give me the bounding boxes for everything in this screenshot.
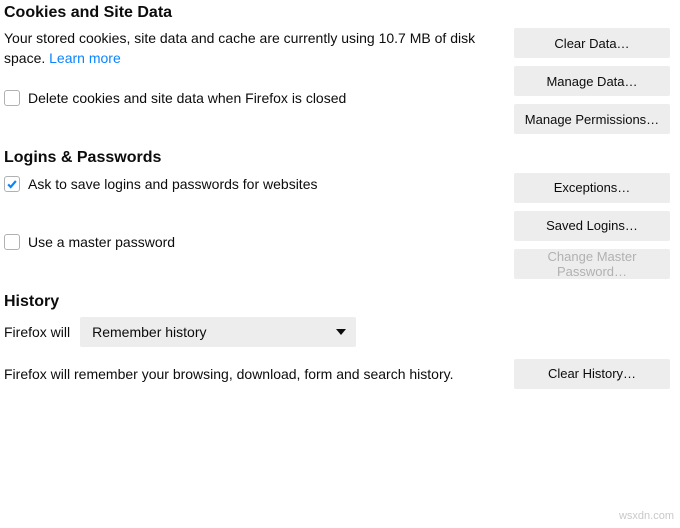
master-password-checkbox[interactable]: [4, 234, 20, 250]
history-summary: Firefox will remember your browsing, dow…: [4, 366, 453, 382]
history-mode-row: Firefox will Remember history: [4, 317, 670, 347]
ask-save-label: Ask to save logins and passwords for web…: [28, 176, 317, 192]
manage-data-button[interactable]: Manage Data…: [514, 66, 670, 96]
history-prefix: Firefox will: [4, 324, 70, 340]
ask-save-checkbox[interactable]: [4, 176, 20, 192]
history-heading: History: [4, 293, 670, 311]
manage-permissions-button[interactable]: Manage Permissions…: [514, 104, 670, 134]
master-password-label: Use a master password: [28, 234, 175, 250]
cookies-description: Your stored cookies, site data and cache…: [4, 28, 504, 69]
cookies-usage: 10.7 MB: [379, 30, 431, 46]
master-password-row: Use a master password: [4, 231, 504, 253]
logins-button-column: Exceptions… Saved Logins… Change Master …: [514, 173, 670, 279]
cookies-button-column: Clear Data… Manage Data… Manage Permissi…: [514, 28, 670, 134]
history-section: History Firefox will Remember history Fi…: [4, 293, 670, 389]
chevron-down-icon: [336, 329, 346, 335]
clear-history-button[interactable]: Clear History…: [514, 359, 670, 389]
history-bottom-row: Firefox will remember your browsing, dow…: [4, 359, 670, 389]
cookies-heading: Cookies and Site Data: [4, 4, 504, 22]
logins-section: Logins & Passwords Ask to save logins an…: [4, 149, 670, 253]
cookies-desc-prefix: Your stored cookies, site data and cache…: [4, 30, 379, 46]
saved-logins-button[interactable]: Saved Logins…: [514, 211, 670, 241]
watermark: wsxdn.com: [619, 510, 674, 522]
history-mode-selected: Remember history: [92, 324, 206, 340]
learn-more-link[interactable]: Learn more: [49, 50, 121, 66]
delete-on-close-checkbox[interactable]: [4, 90, 20, 106]
change-master-password-button[interactable]: Change Master Password…: [514, 249, 670, 279]
delete-on-close-row: Delete cookies and site data when Firefo…: [4, 87, 504, 109]
logins-heading: Logins & Passwords: [4, 149, 504, 167]
clear-data-button[interactable]: Clear Data…: [514, 28, 670, 58]
check-icon: [6, 178, 18, 190]
ask-save-row: Ask to save logins and passwords for web…: [4, 173, 504, 195]
history-mode-select[interactable]: Remember history: [80, 317, 356, 347]
cookies-section: Cookies and Site Data Your stored cookie…: [4, 4, 670, 109]
exceptions-button[interactable]: Exceptions…: [514, 173, 670, 203]
delete-on-close-label: Delete cookies and site data when Firefo…: [28, 90, 346, 106]
